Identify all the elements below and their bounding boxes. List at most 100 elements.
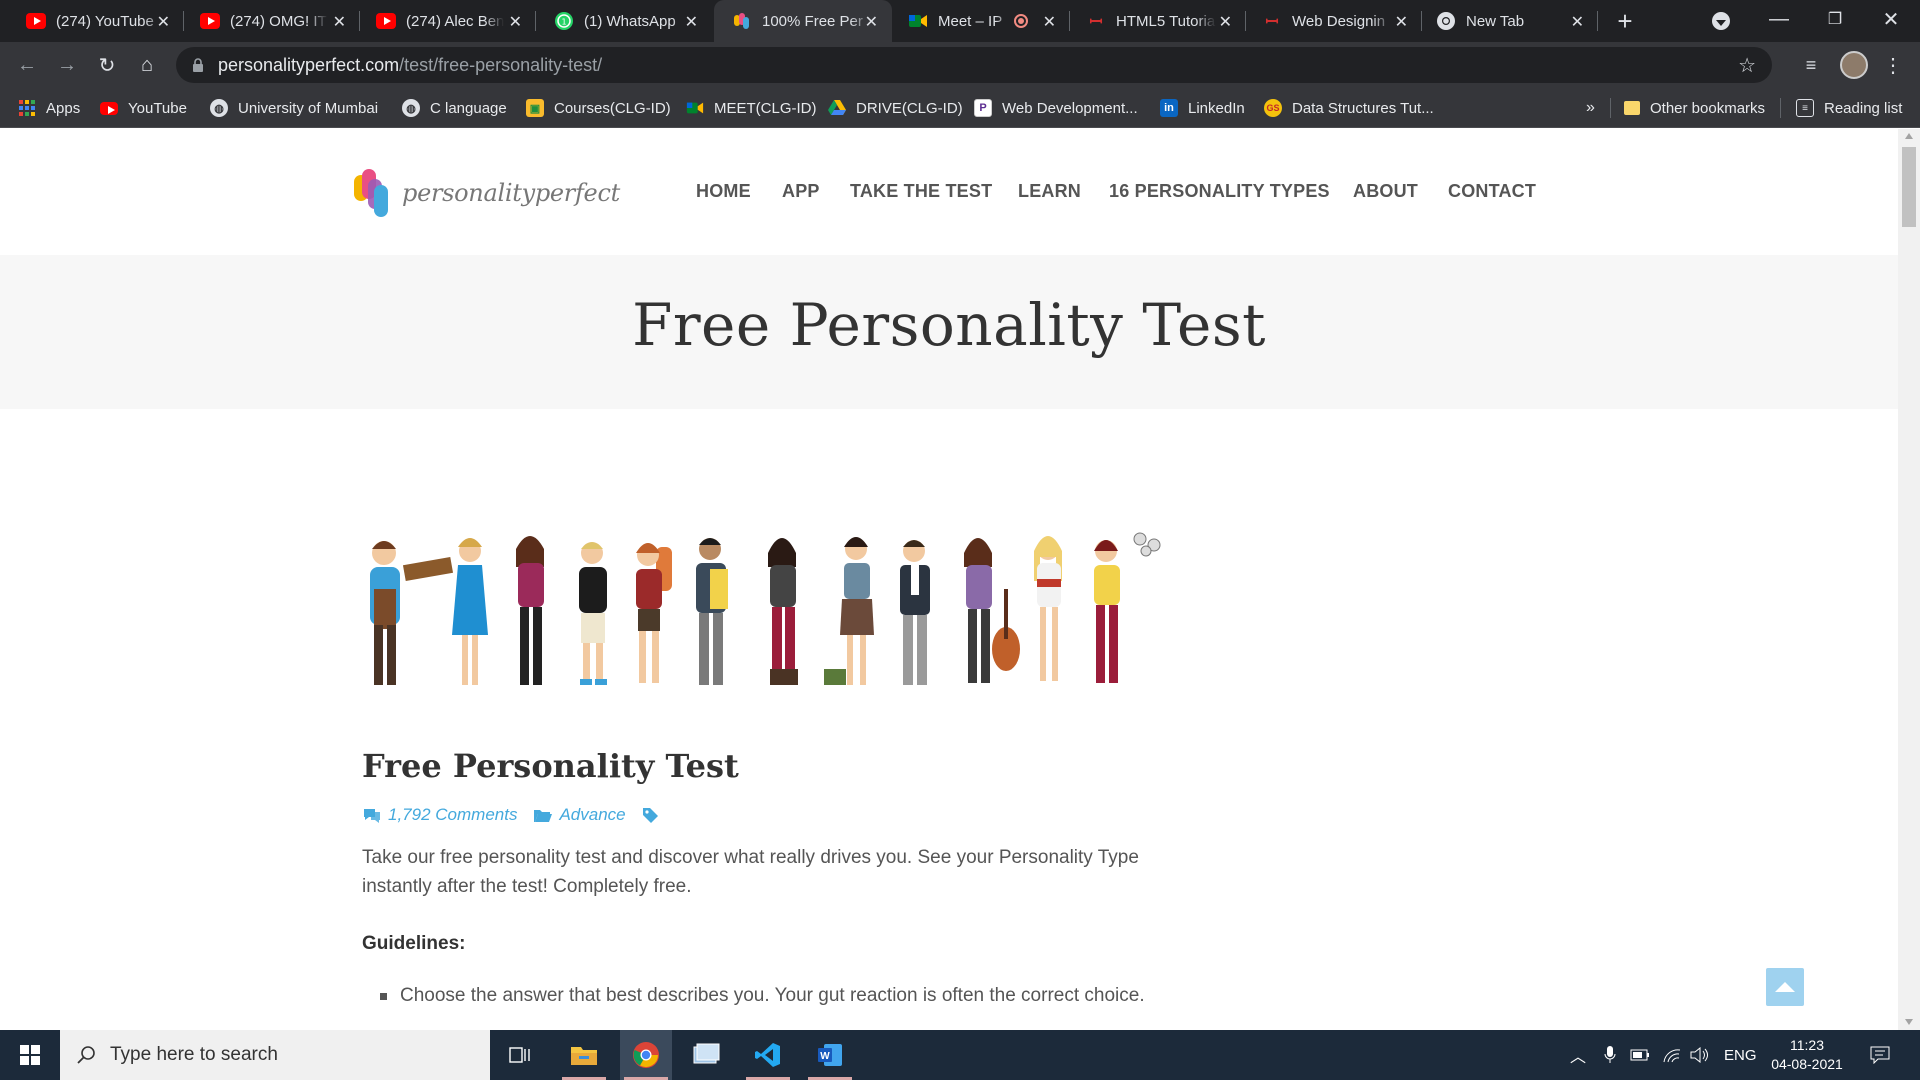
site-header: personalityperfect HOME APP TAKE THE TES… — [0, 129, 1898, 255]
tab-html5-tutorial[interactable]: ꟷ HTML5 Tutoria ✕ — [1070, 0, 1246, 42]
person-figure — [452, 538, 488, 685]
article-intro: Take our free personality test and disco… — [362, 847, 1139, 897]
page-scrollbar[interactable] — [1898, 129, 1920, 1030]
reading-list-icon: ≡ — [1796, 99, 1814, 117]
globe-icon: ◍ — [402, 99, 420, 117]
battery-icon[interactable] — [1630, 1030, 1650, 1080]
profile-avatar[interactable] — [1840, 51, 1868, 79]
close-icon[interactable]: ✕ — [333, 12, 346, 32]
media-control-icon[interactable]: ≡ — [1796, 50, 1826, 80]
nav-about[interactable]: ABOUT — [1353, 181, 1418, 202]
bookmark-label: Apps — [46, 99, 81, 117]
hero-banner: Free Personality Test — [0, 255, 1898, 409]
nav-contact[interactable]: CONTACT — [1448, 181, 1536, 202]
close-window-icon[interactable]: ✕ — [1876, 4, 1906, 34]
site-logo[interactable]: personalityperfect — [352, 167, 620, 219]
tags-icon[interactable] — [642, 807, 662, 823]
tab-new-tab[interactable]: New Tab ✕ — [1422, 0, 1598, 42]
windows-start-icon[interactable] — [4, 1030, 56, 1080]
nav-learn[interactable]: LEARN — [1018, 181, 1081, 202]
home-icon[interactable]: ⌂ — [132, 50, 162, 80]
close-icon[interactable]: ✕ — [685, 12, 698, 32]
svg-text:W: W — [820, 1051, 830, 1062]
forward-arrow-icon[interactable]: → — [52, 50, 82, 80]
bookmark-university-of-mumbai[interactable]: ◍ University of Mumbai — [210, 88, 378, 128]
bookmark-web-development[interactable]: P Web Development... — [974, 88, 1138, 128]
tab-youtube-3[interactable]: (274) Alec Ben ✕ — [360, 0, 536, 42]
chevron-up-icon — [1775, 982, 1795, 992]
microphone-icon[interactable] — [1604, 1030, 1616, 1080]
comments-link[interactable]: 1,792 Comments — [388, 805, 517, 825]
close-icon[interactable]: ✕ — [1571, 12, 1584, 32]
youtube-icon — [100, 99, 118, 117]
restore-icon[interactable]: ❐ — [1820, 4, 1850, 34]
nav-home[interactable]: HOME — [696, 181, 751, 202]
scroll-down-arrow-icon[interactable] — [1905, 1019, 1913, 1025]
scrollbar-thumb[interactable] — [1902, 147, 1916, 227]
scroll-to-top-button[interactable] — [1766, 968, 1804, 1006]
bookmark-star-icon[interactable]: ☆ — [1738, 53, 1756, 78]
globe-icon: ◍ — [210, 99, 228, 117]
address-bar[interactable]: personalityperfect.com/test/free-persona… — [176, 47, 1772, 83]
nav-take-the-test[interactable]: TAKE THE TEST — [850, 181, 992, 202]
tab-title: Meet – IP — [938, 12, 1003, 30]
bookmark-other-bookmarks[interactable]: Other bookmarks — [1624, 88, 1765, 128]
word-icon[interactable]: W — [804, 1030, 856, 1080]
tab-youtube-1[interactable]: (274) YouTube ✕ — [8, 0, 184, 42]
bookmark-c-language[interactable]: ◍ C language — [402, 88, 507, 128]
close-icon[interactable]: ✕ — [509, 12, 522, 32]
close-icon[interactable]: ✕ — [1043, 12, 1056, 32]
bookmark-drive[interactable]: DRIVE(CLG-ID) — [828, 88, 963, 128]
close-icon[interactable]: ✕ — [1219, 12, 1232, 32]
show-hidden-icons-chevron[interactable]: ︿ — [1570, 1030, 1586, 1080]
close-icon[interactable]: ✕ — [1395, 12, 1408, 32]
tab-web-designing[interactable]: ꟷ Web Designin ✕ — [1246, 0, 1422, 42]
tab-personality-perfect[interactable]: 100% Free Per ✕ — [714, 0, 892, 42]
reload-icon[interactable]: ↻ — [92, 50, 122, 80]
meet-icon — [908, 11, 928, 31]
nav-app[interactable]: APP — [782, 181, 820, 202]
bookmark-meet[interactable]: MEET(CLG-ID) — [686, 88, 817, 128]
photos-app-icon[interactable] — [680, 1030, 732, 1080]
volume-icon[interactable] — [1690, 1030, 1710, 1080]
back-arrow-icon[interactable]: ← — [12, 50, 42, 80]
chrome-taskbar-icon[interactable] — [620, 1030, 672, 1080]
new-tab-plus-icon[interactable]: + — [1610, 6, 1640, 36]
bookmark-courses[interactable]: ▣ Courses(CLG-ID) — [526, 88, 671, 128]
reading-list-button[interactable]: ≡ Reading list — [1796, 88, 1902, 128]
minimize-icon[interactable]: — — [1764, 4, 1794, 34]
nav-16-personality-types[interactable]: 16 PERSONALITY TYPES — [1109, 181, 1330, 202]
category-link[interactable]: Advance — [559, 805, 625, 825]
linkedin-icon: in — [1160, 99, 1178, 117]
tab-youtube-2[interactable]: (274) OMG! IT ✕ — [184, 0, 360, 42]
tab-meet[interactable]: Meet – IP ✕ — [894, 0, 1070, 42]
bookmark-data-structures[interactable]: GS Data Structures Tut... — [1264, 88, 1434, 128]
file-explorer-icon[interactable] — [558, 1030, 610, 1080]
clock[interactable]: 11:23 04-08-2021 — [1770, 1030, 1844, 1080]
task-view-icon[interactable] — [494, 1030, 546, 1080]
browser-toolbar: ← → ↻ ⌂ personalityperfect.com/test/free… — [0, 42, 1920, 88]
bookmarks-overflow-chevron[interactable]: » — [1586, 88, 1595, 128]
chrome-icon — [1436, 11, 1456, 31]
wifi-icon[interactable] — [1662, 1030, 1682, 1080]
bookmarks-bar: Apps YouTube ◍ University of Mumbai ◍ C … — [0, 88, 1920, 128]
bookmark-linkedin[interactable]: in LinkedIn — [1160, 88, 1245, 128]
taskbar-search-input[interactable]: Type here to search — [60, 1030, 490, 1080]
comments-icon — [362, 807, 382, 823]
whatsapp-icon: 1 — [554, 11, 574, 31]
vscode-icon[interactable] — [742, 1030, 794, 1080]
menu-kebab-icon[interactable]: ⋮ — [1880, 50, 1906, 80]
notifications-icon[interactable] — [1870, 1030, 1890, 1080]
person-figure — [516, 536, 544, 685]
bookmark-youtube[interactable]: YouTube — [100, 88, 187, 128]
tab-search-icon[interactable] — [1712, 12, 1730, 30]
scroll-up-arrow-icon[interactable] — [1905, 133, 1913, 139]
person-figure — [1034, 536, 1062, 681]
language-indicator[interactable]: ENG — [1724, 1030, 1757, 1080]
tab-whatsapp[interactable]: 1 (1) WhatsApp ✕ — [536, 0, 712, 42]
personality-perfect-logo-icon — [354, 169, 388, 217]
close-icon[interactable]: ✕ — [865, 12, 878, 32]
bookmark-apps[interactable]: Apps — [18, 88, 80, 128]
close-icon[interactable]: ✕ — [157, 12, 170, 32]
folder-icon — [1624, 101, 1640, 115]
